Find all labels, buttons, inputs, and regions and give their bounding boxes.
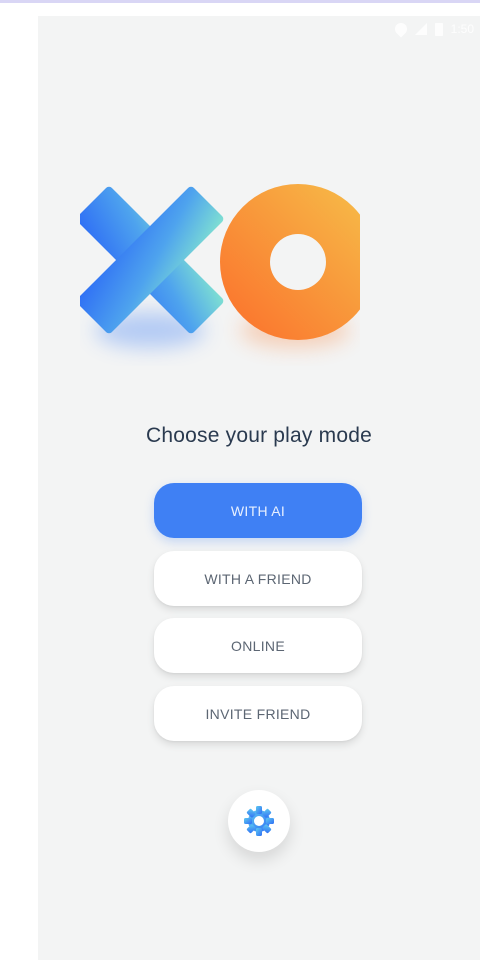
with-ai-button[interactable]: WITH AI [154, 483, 362, 538]
status-time: 1:50 [450, 22, 474, 36]
o-mark [220, 184, 360, 340]
online-button[interactable]: ONLINE [154, 618, 362, 673]
xo-logo [80, 184, 360, 348]
app-frame: 1:50 Choose your play mode WITH AI WITH … [0, 0, 480, 960]
top-divider [0, 0, 480, 3]
play-mode-heading: Choose your play mode [146, 424, 372, 447]
invite-friend-button[interactable]: INVITE FRIEND [154, 686, 362, 741]
settings-button[interactable] [228, 790, 290, 852]
battery-icon [434, 22, 443, 36]
with-a-friend-button[interactable]: WITH A FRIEND [154, 551, 362, 606]
status-bar: 1:50 [392, 18, 474, 40]
gear-icon [244, 806, 274, 836]
wifi-icon [392, 20, 410, 38]
signal-icon [414, 23, 427, 35]
